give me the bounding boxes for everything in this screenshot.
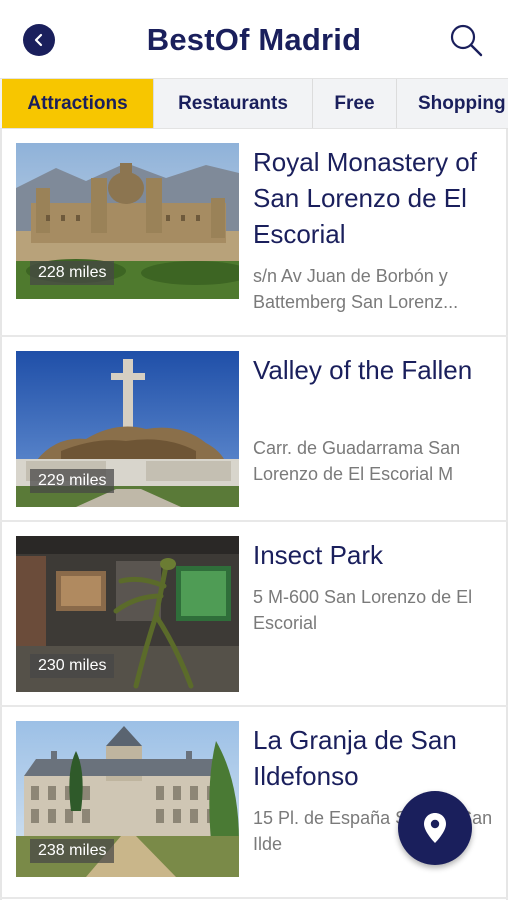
location-pin-icon: [424, 813, 446, 843]
distance-badge: 238 miles: [30, 839, 115, 863]
attraction-address: s/n Av Juan de Borbón y Battemberg San L…: [253, 266, 459, 312]
tab-free[interactable]: Free: [313, 79, 397, 128]
category-tabs: Attractions Restaurants Free Shopping: [0, 78, 508, 129]
search-icon: [450, 24, 483, 57]
attraction-photo: 238 miles: [16, 721, 239, 877]
map-button[interactable]: [398, 791, 472, 865]
tab-shopping[interactable]: Shopping: [397, 79, 508, 128]
search-button[interactable]: [448, 22, 484, 58]
distance-badge: 230 miles: [30, 654, 115, 678]
attraction-photo: 229 miles: [16, 351, 239, 507]
tab-restaurants[interactable]: Restaurants: [154, 79, 313, 128]
attraction-address: 5 M-600 San Lorenzo de El Escorial: [253, 587, 473, 633]
attraction-name: Insect Park: [253, 540, 384, 570]
list-item[interactable]: 228 miles Royal Monastery of San Lorenzo…: [0, 129, 508, 337]
attraction-name: Valley of the Fallen: [253, 355, 473, 385]
attraction-photo: 228 miles: [16, 143, 239, 299]
app-header: BestOf Madrid: [0, 0, 508, 78]
distance-badge: 228 miles: [30, 261, 115, 285]
attraction-name: Royal Monastery of San Lorenzo de El Esc…: [253, 147, 477, 249]
attraction-photo: 230 miles: [16, 536, 239, 692]
distance-badge: 229 miles: [30, 469, 115, 493]
tab-attractions[interactable]: Attractions: [2, 79, 154, 128]
list-item[interactable]: 230 miles Insect Park 5 M-600 San Lorenz…: [0, 522, 508, 707]
attraction-name: La Granja de San Ildefonso: [253, 725, 457, 791]
attraction-address: Carr. de Guadarrama San Lorenzo de El Es…: [253, 438, 461, 484]
page-title: BestOf Madrid: [146, 22, 362, 57]
list-item[interactable]: 229 miles Valley of the Fallen Carr. de …: [0, 337, 508, 522]
